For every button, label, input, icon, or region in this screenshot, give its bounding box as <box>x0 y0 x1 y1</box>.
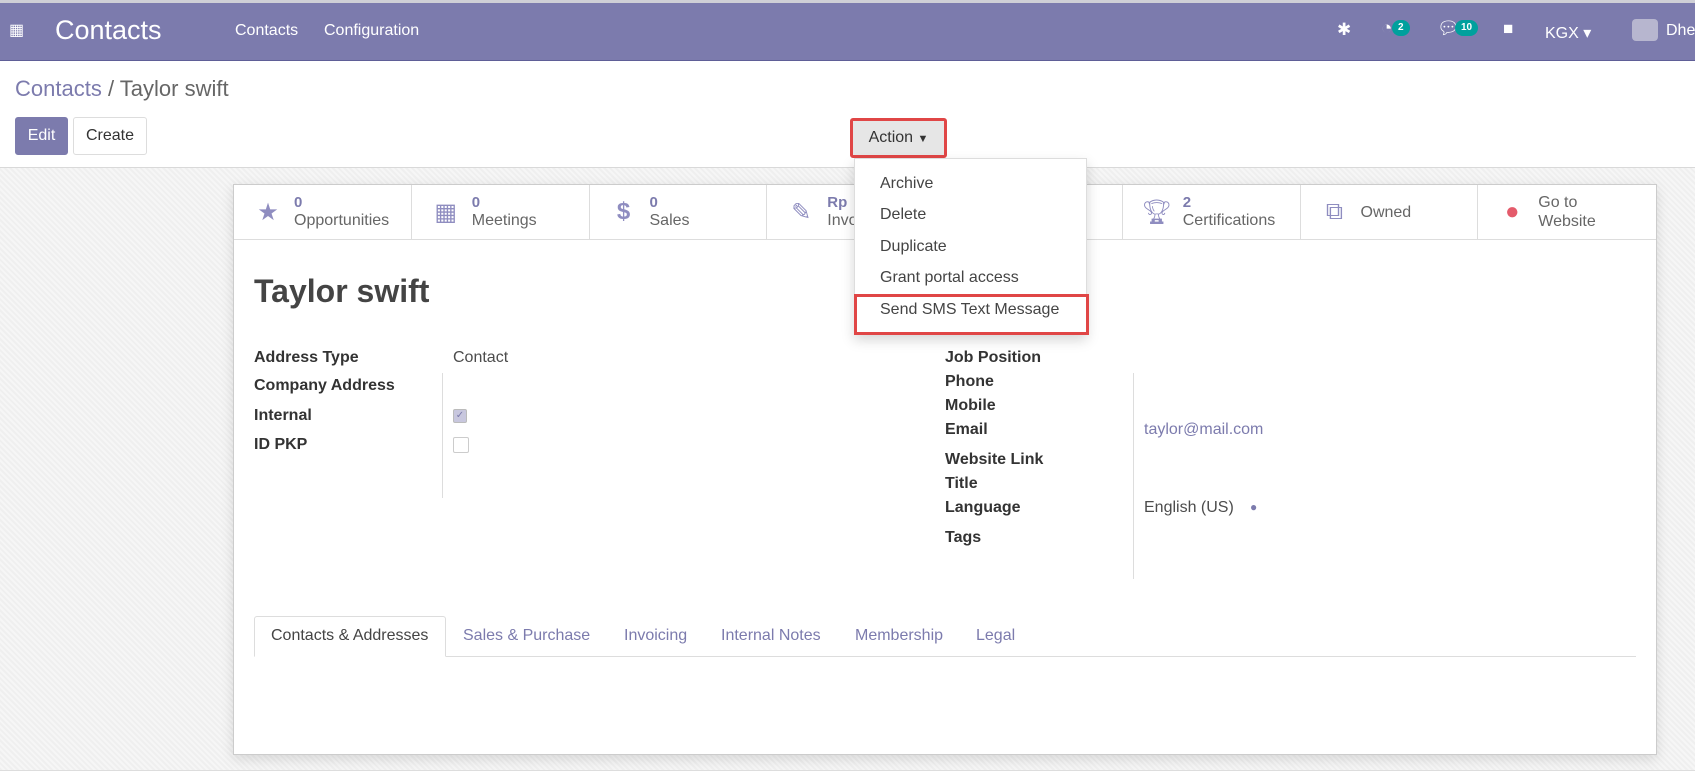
star-icon: ★ <box>257 198 279 226</box>
avatar[interactable] <box>1632 19 1658 41</box>
label-website-link: Website Link <box>945 451 1044 468</box>
tab-sales-purchase[interactable]: Sales & Purchase <box>463 627 590 645</box>
company-switcher[interactable]: KGX ▾ <box>1545 23 1591 43</box>
value-address-type: Contact <box>453 349 509 366</box>
label-company-address: Company Address <box>254 377 395 394</box>
label-job-position: Job Position <box>945 349 1041 366</box>
field-separator <box>442 373 443 498</box>
internal-checkbox[interactable]: ✓ <box>453 409 467 423</box>
smart-button-opportunities[interactable]: ★ 0 Opportunities <box>234 185 412 239</box>
dollar-icon: $ <box>616 198 631 225</box>
tab-internal-notes[interactable]: Internal Notes <box>721 627 821 645</box>
caret-down-icon: ▼ <box>917 133 929 145</box>
debug-bug-icon[interactable]: ✱ <box>1337 20 1351 40</box>
menu-item-grant-portal-access[interactable]: Grant portal access <box>880 269 1019 287</box>
smart-button-owned[interactable]: ⧉ Owned <box>1301 185 1479 239</box>
menu-contacts[interactable]: Contacts <box>235 22 298 40</box>
smart-button-certifications[interactable]: 🏆︎ 2 Certifications <box>1123 185 1301 239</box>
smart-button-go-to-website[interactable]: ● Go to Website <box>1478 185 1656 239</box>
activity-badge: 2 <box>1392 20 1410 36</box>
trophy-icon: 🏆︎ <box>1141 198 1172 226</box>
email-link[interactable]: taylor@mail.com <box>1144 421 1263 439</box>
breadcrumb-current: Taylor swift <box>119 76 229 101</box>
label-internal: Internal <box>254 407 312 424</box>
tab-legal[interactable]: Legal <box>976 627 1015 645</box>
action-button[interactable]: Action ▼ <box>850 118 947 158</box>
user-name[interactable]: Dhe <box>1666 22 1695 40</box>
label-id-pkp: ID PKP <box>254 436 308 453</box>
tab-baseline <box>254 656 1636 657</box>
translate-globe-icon[interactable]: ● <box>1250 500 1257 514</box>
label-phone: Phone <box>945 373 994 390</box>
app-title: Contacts <box>55 15 162 45</box>
certifications-label: Certifications <box>1182 212 1276 229</box>
breadcrumb-contacts[interactable]: Contacts <box>15 76 102 101</box>
control-panel: Contacts / Taylor swift Edit Create Acti… <box>0 61 1695 168</box>
tab-contacts-addresses-label[interactable]: Contacts & Addresses <box>271 627 428 645</box>
owned-label: Owned <box>1360 203 1412 221</box>
sales-count: 0 <box>649 194 658 211</box>
menu-item-duplicate[interactable]: Duplicate <box>880 238 947 256</box>
certifications-count: 2 <box>1182 194 1192 211</box>
edit-icon: ✎ <box>791 198 812 226</box>
menu-configuration[interactable]: Configuration <box>324 22 419 40</box>
breadcrumb-separator: / <box>107 76 115 101</box>
sitemap-icon: ⧉ <box>1325 198 1344 225</box>
calendar-icon: ▦ <box>434 198 458 226</box>
label-address-type: Address Type <box>254 349 359 366</box>
activity-clock-icon[interactable]: ◔ <box>1381 18 1392 40</box>
invoiced-amount: Rp <box>827 194 848 211</box>
create-button[interactable]: Create <box>73 117 147 155</box>
label-tags: Tags <box>945 529 982 546</box>
gift-icon[interactable]: ■ <box>1503 19 1513 39</box>
bottom-divider <box>0 770 1695 771</box>
meetings-count: 0 <box>471 194 481 211</box>
meetings-label: Meetings <box>471 212 537 229</box>
id-pkp-checkbox[interactable] <box>453 437 469 453</box>
opportunities-label: Opportunities <box>294 212 390 229</box>
message-badge: 10 <box>1455 20 1479 36</box>
globe-icon: ● <box>1505 198 1520 225</box>
smart-button-sales[interactable]: $0 Sales <box>590 185 768 239</box>
website-label: Go to Website <box>1538 194 1596 230</box>
smart-button-meetings[interactable]: ▦ 0 Meetings <box>412 185 590 239</box>
action-dropdown-menu: Archive Delete Duplicate Grant portal ac… <box>854 158 1089 335</box>
edit-button[interactable]: Edit <box>15 117 68 155</box>
value-language: English (US) <box>1144 499 1234 516</box>
invoiced-label: Invo <box>827 212 858 229</box>
menu-item-delete[interactable]: Delete <box>880 206 926 224</box>
tab-membership[interactable]: Membership <box>855 627 943 645</box>
apps-menu-icon[interactable]: ▦ <box>9 20 24 40</box>
breadcrumb: Contacts / Taylor swift <box>15 76 229 102</box>
field-separator <box>1133 373 1134 579</box>
action-label: Action <box>868 129 914 146</box>
sales-label: Sales <box>649 212 690 229</box>
label-mobile: Mobile <box>945 397 996 414</box>
menu-item-archive[interactable]: Archive <box>880 175 933 193</box>
top-navbar: ▦ Contacts Contacts Configuration ✱ ◔ 2 … <box>0 0 1695 61</box>
label-email: Email <box>945 421 988 438</box>
company-name: KGX <box>1545 25 1579 42</box>
menu-item-send-sms[interactable]: Send SMS Text Message <box>880 301 1059 319</box>
tab-invoicing[interactable]: Invoicing <box>624 627 687 645</box>
label-title: Title <box>945 475 978 492</box>
label-language: Language <box>945 499 1021 516</box>
opportunities-count: 0 <box>294 194 303 211</box>
record-name: Taylor swift <box>254 273 430 309</box>
